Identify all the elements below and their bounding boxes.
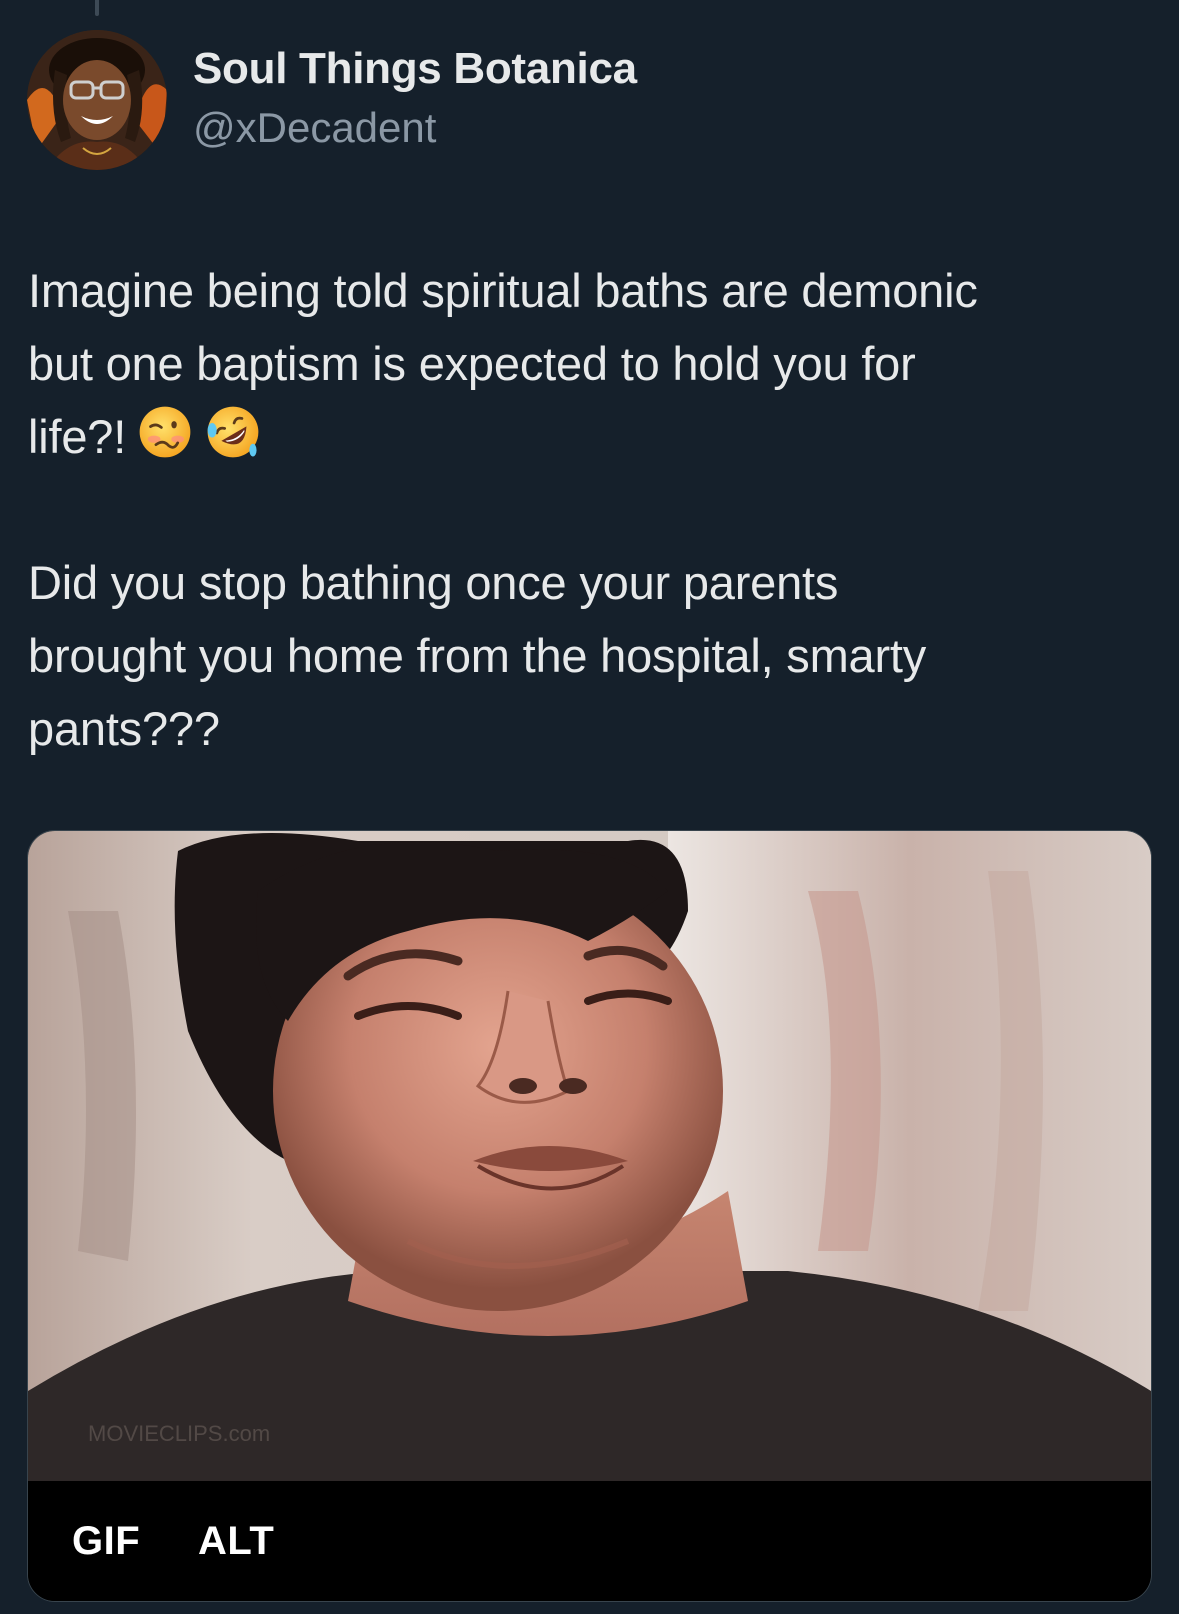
alt-text-badge[interactable]: ALT	[198, 1519, 274, 1564]
rolling-on-floor-laughing-icon	[207, 406, 259, 458]
avatar[interactable]	[27, 30, 167, 170]
author-handle[interactable]: @xDecadent	[193, 104, 436, 152]
gif-watermark: MOVIECLIPS.com	[88, 1421, 270, 1446]
gif-preview-image[interactable]: MOVIECLIPS.com	[28, 831, 1151, 1481]
author-display-name[interactable]: Soul Things Botanica	[193, 44, 637, 94]
gif-badge[interactable]: GIF	[72, 1519, 140, 1564]
woozy-face-icon	[139, 406, 191, 458]
gif-media[interactable]: MOVIECLIPS.com GIF ALT	[27, 830, 1152, 1602]
gif-controls-bar: GIF ALT	[28, 1481, 1151, 1601]
tweet-paragraph: Imagine being told spiritual baths are d…	[28, 254, 1158, 473]
thread-connector-line	[95, 0, 99, 16]
tweet-text: Imagine being told spiritual baths are d…	[28, 254, 1158, 765]
tweet-paragraph: Did you stop bathing once your parents b…	[28, 556, 927, 755]
